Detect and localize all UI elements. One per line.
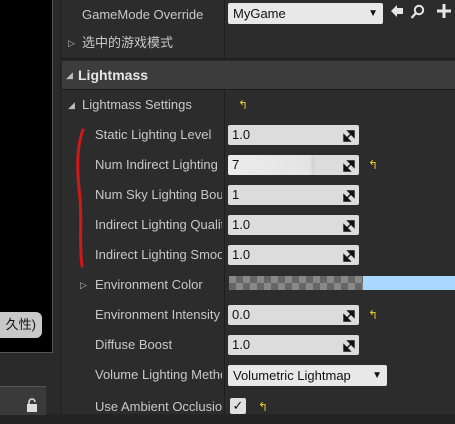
static-lighting-level-row: Static Lighting Level 1.0: [62, 120, 455, 151]
diffuse-boost-input[interactable]: 1.0: [228, 335, 359, 355]
expand-arrow-icon[interactable]: ▷: [80, 270, 87, 300]
indirect-lighting-smoothness-input[interactable]: 1.0: [228, 245, 359, 265]
environment-intensity-row: Environment Intensity 0.0 ↰: [62, 300, 455, 331]
num-indirect-bounces-input[interactable]: 7: [228, 155, 359, 175]
property-label: Static Lighting Level: [95, 127, 212, 142]
num-sky-bounces-input[interactable]: 1: [228, 185, 359, 205]
field-value: 1.0: [232, 247, 251, 262]
reset-to-default-icon[interactable]: ↰: [368, 300, 378, 330]
property-label: Indirect Lighting Smoothness: [95, 247, 222, 262]
property-label: Num Indirect Lighting Bounces: [95, 157, 222, 172]
num-indirect-bounces-row: Num Indirect Lighting Bounces 7 ↰: [62, 150, 455, 181]
checkmark-icon: ✓: [232, 398, 244, 413]
selected-gamemode-row[interactable]: ▷ 选中的游戏模式: [62, 28, 455, 59]
lightmass-category-label: Lightmass: [78, 67, 149, 83]
gamemode-combo[interactable]: MyGame ▼: [228, 3, 383, 24]
field-value: 0.0: [232, 307, 251, 322]
static-lighting-level-input[interactable]: 1.0: [228, 125, 359, 145]
reset-to-default-icon[interactable]: ↰: [238, 90, 248, 120]
field-value: 7: [232, 157, 240, 172]
gamemode-override-row: GameMode Override MyGame ▼: [62, 0, 455, 30]
property-label: Volume Lighting Method: [95, 367, 222, 382]
spin-drag-icon[interactable]: [343, 158, 355, 172]
spin-drag-icon[interactable]: [343, 248, 355, 262]
collapse-arrow-icon[interactable]: ◢: [68, 90, 75, 120]
viewport[interactable]: [0, 0, 53, 353]
property-label: Use Ambient Occlusion: [95, 399, 222, 414]
property-label: Diffuse Boost: [95, 337, 173, 352]
search-icon[interactable]: [410, 4, 426, 23]
selected-gamemode-label: 选中的游戏模式: [82, 35, 174, 50]
spin-drag-icon[interactable]: [343, 218, 355, 232]
lock-icon: [26, 398, 38, 412]
combo-value: Volumetric Lightmap: [233, 368, 351, 383]
browse-arrow-icon[interactable]: [390, 4, 404, 21]
details-panel: GameMode Override MyGame ▼ ▷ 选中的游戏模式 ◢ L…: [62, 0, 455, 414]
diffuse-boost-row: Diffuse Boost 1.0: [62, 330, 455, 361]
chevron-down-icon: ▼: [372, 370, 382, 381]
checker-alpha: [229, 276, 363, 290]
indirect-lighting-quality-input[interactable]: 1.0: [228, 215, 359, 235]
reset-to-default-icon[interactable]: ↰: [368, 150, 378, 180]
add-icon[interactable]: [436, 3, 452, 22]
left-panel: 久性): [0, 0, 60, 415]
field-value: 1.0: [232, 337, 251, 352]
environment-intensity-input[interactable]: 0.0: [228, 305, 359, 325]
environment-color-swatch[interactable]: [229, 276, 455, 290]
spin-drag-icon[interactable]: [343, 338, 355, 352]
color-fill: [363, 276, 455, 290]
field-value: 1: [232, 187, 240, 202]
gamemode-value: MyGame: [233, 6, 286, 21]
num-sky-bounces-row: Num Sky Lighting Bounces 1: [62, 180, 455, 211]
lightmass-category-header[interactable]: ◢ Lightmass: [62, 61, 455, 90]
lock-button[interactable]: [0, 386, 46, 415]
volume-lighting-method-combo[interactable]: Volumetric Lightmap ▼: [228, 365, 387, 386]
annotation-red-stroke: [76, 128, 85, 268]
use-ambient-occlusion-checkbox[interactable]: ✓: [230, 398, 246, 414]
spin-drag-icon[interactable]: [343, 188, 355, 202]
reset-to-default-icon[interactable]: ↰: [258, 392, 268, 422]
persist-button[interactable]: 久性): [0, 312, 42, 338]
lightmass-settings-row: ◢ Lightmass Settings ↰: [62, 90, 455, 121]
volume-lighting-method-row: Volume Lighting Method Volumetric Lightm…: [62, 360, 455, 391]
spin-drag-icon[interactable]: [343, 308, 355, 322]
property-label: Environment Color: [95, 277, 203, 292]
expand-arrow-icon[interactable]: ▷: [68, 28, 75, 58]
field-value: 1.0: [232, 217, 251, 232]
property-label: Num Sky Lighting Bounces: [95, 187, 222, 202]
collapse-arrow-icon[interactable]: ◢: [66, 61, 73, 89]
spin-drag-icon[interactable]: [343, 128, 355, 142]
indirect-lighting-quality-row: Indirect Lighting Quality 1.0: [62, 210, 455, 241]
chevron-down-icon: ▼: [368, 8, 378, 19]
property-label: Environment Intensity: [95, 307, 221, 322]
gamemode-override-label: GameMode Override: [82, 7, 204, 22]
indirect-lighting-smoothness-row: Indirect Lighting Smoothness 1.0: [62, 240, 455, 271]
lightmass-settings-label: Lightmass Settings: [82, 97, 192, 112]
field-value: 1.0: [232, 127, 251, 142]
use-ambient-occlusion-row: Use Ambient Occlusion ✓ ↰: [62, 390, 455, 414]
property-label: Indirect Lighting Quality: [95, 217, 222, 232]
